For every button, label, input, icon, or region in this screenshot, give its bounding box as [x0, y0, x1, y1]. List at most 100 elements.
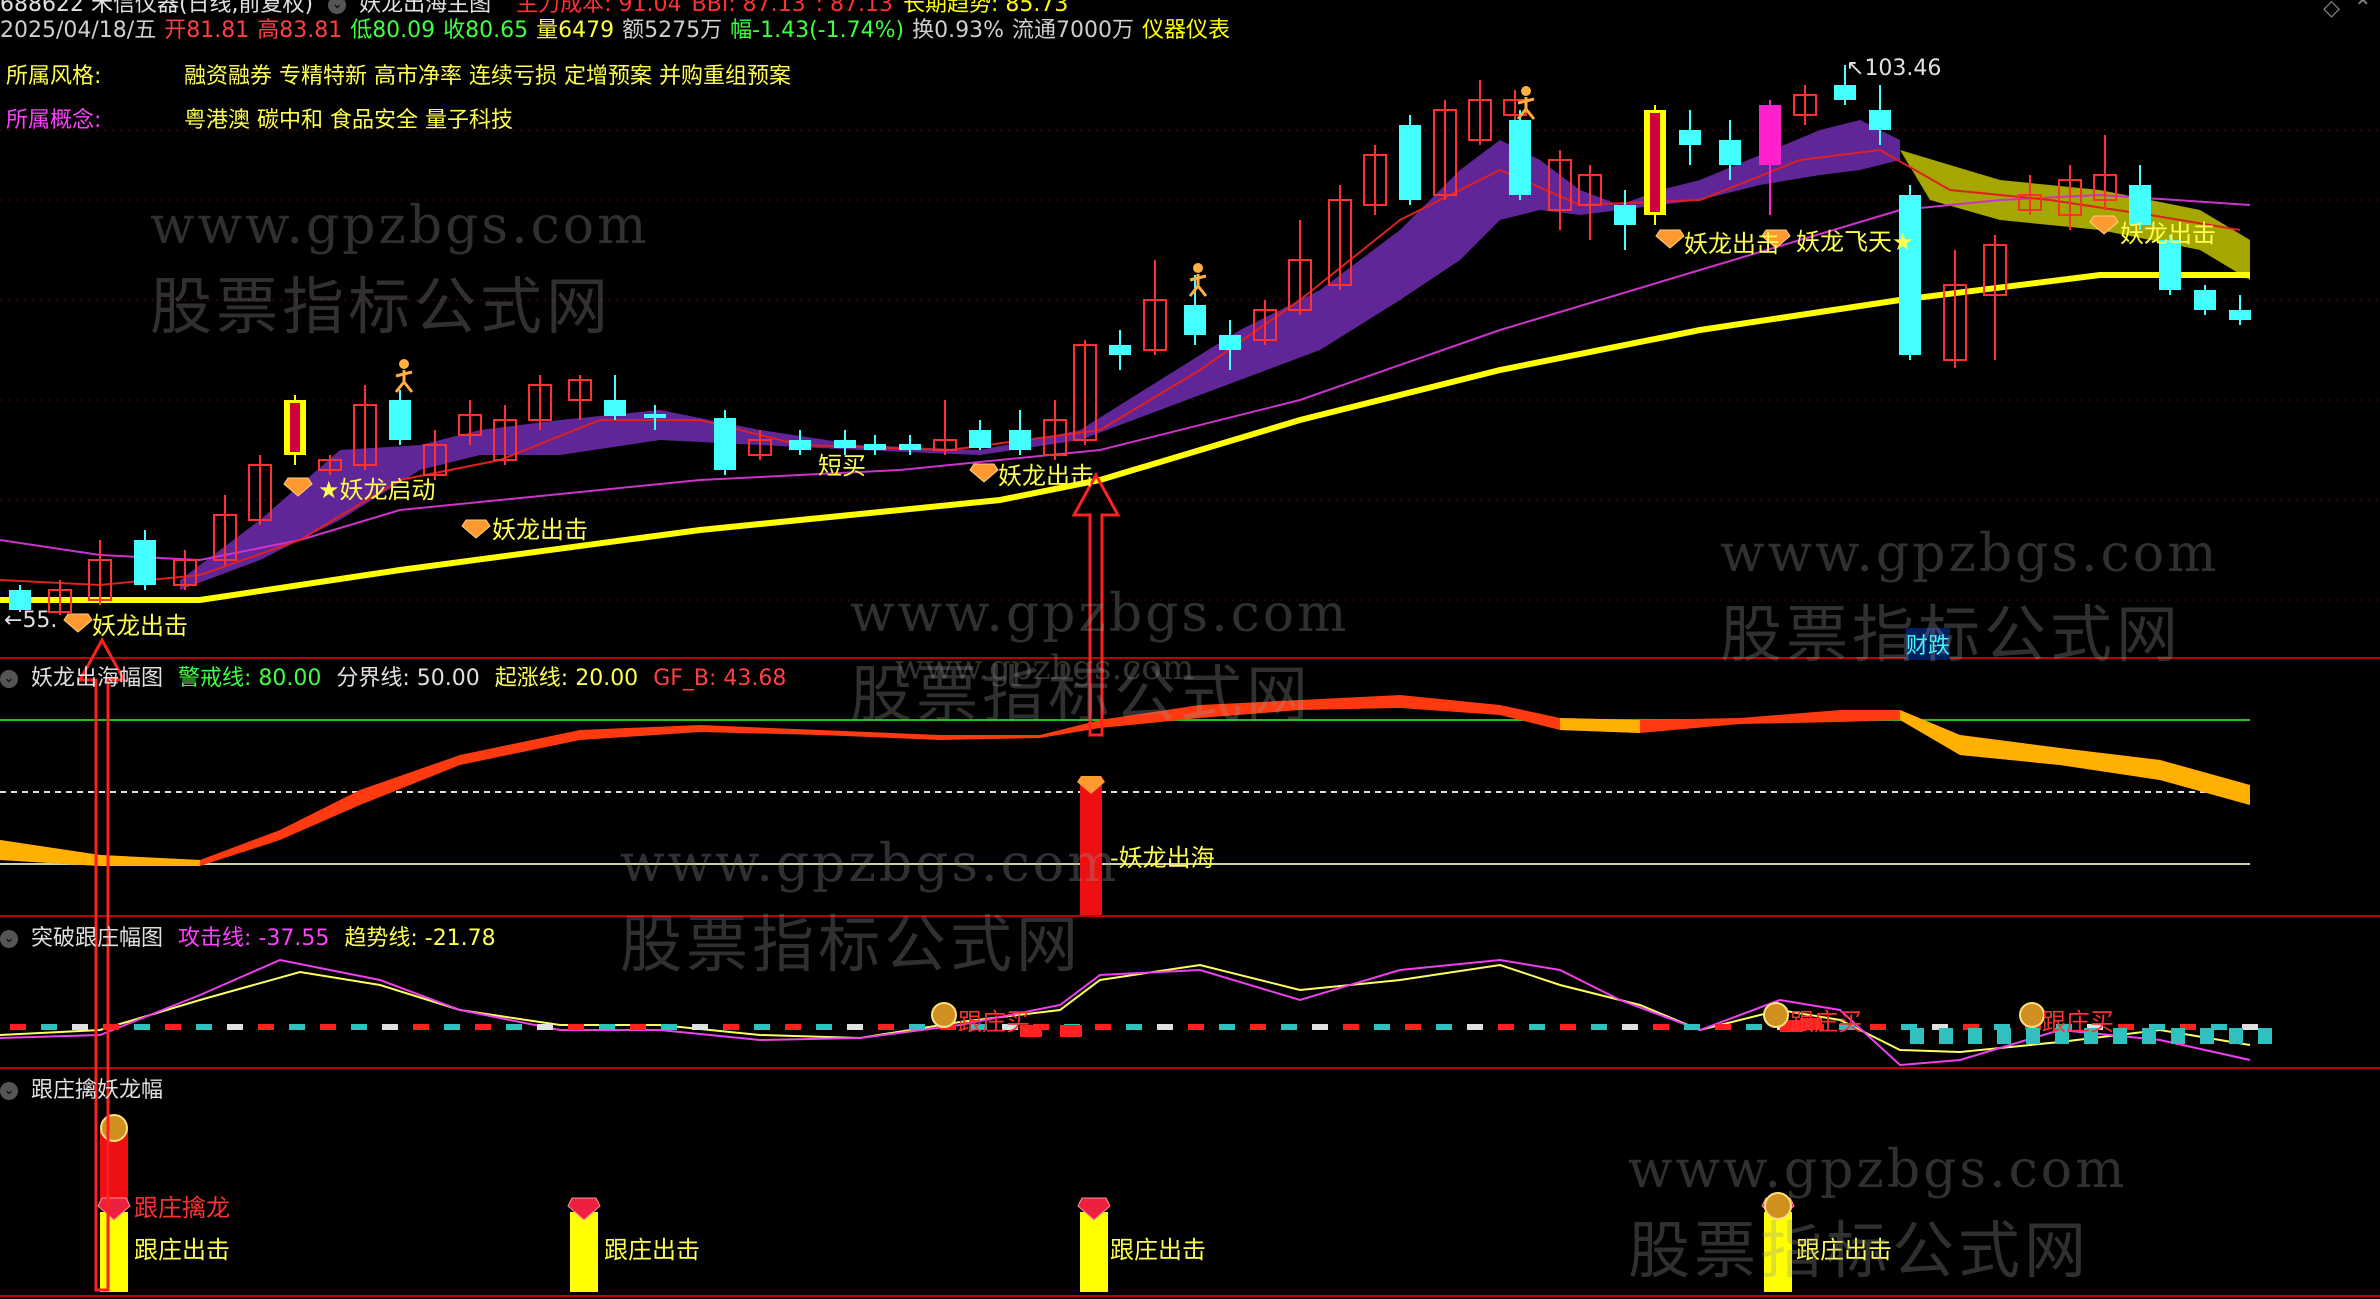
signal-yaolong-chuji: 妖龙出击 [2120, 220, 2216, 248]
amplitude-band-mid [1560, 718, 1640, 733]
signal-yaolong-chuji: 妖龙出击 [998, 462, 1094, 490]
panel4-title[interactable]: 跟庄擒妖龙幅 [31, 1078, 163, 1103]
trend-dash [1188, 1024, 1204, 1030]
style-label: 所属风格: [6, 64, 102, 89]
trend-dash [2242, 1024, 2258, 1030]
purple-ribbon [180, 120, 1900, 590]
candle-body-inner [290, 403, 300, 452]
panel2-title[interactable]: 妖龙出海幅图 [31, 666, 163, 691]
candle-body [9, 590, 31, 610]
panel3-title[interactable]: 突破跟庄幅图 [31, 926, 163, 951]
trend-block [1910, 1028, 1924, 1044]
trend-dash [723, 1024, 739, 1030]
quote-field-8: 换0.93% [912, 18, 1004, 43]
candle-body [604, 400, 626, 416]
signal-yaolong-chuji: 妖龙出击 [92, 612, 188, 640]
trend-dash [537, 1024, 553, 1030]
candle-body [1719, 140, 1741, 165]
trend-dash [382, 1024, 398, 1030]
diamond-icon [461, 519, 491, 539]
trend-dash [134, 1024, 150, 1030]
diamond-icon [63, 613, 93, 633]
diamond-icon [1655, 229, 1685, 249]
trend-dash [1219, 1024, 1235, 1030]
trend-dash [1436, 1024, 1452, 1030]
chevron-down-icon[interactable]: ⌄ [0, 930, 18, 948]
trend-dash [1281, 1024, 1297, 1030]
trend-dash [630, 1024, 646, 1030]
trend-dash [599, 1024, 615, 1030]
quote-field-10: 仪器仪表 [1141, 18, 1230, 43]
trend-dash [754, 1024, 770, 1030]
signal-yaolong-chuhai: -妖龙出海 [1110, 844, 1215, 872]
chevron-down-icon[interactable]: ⌄ [328, 0, 347, 14]
quote-field-4: 收80.65 [443, 18, 529, 43]
trend-block [2171, 1028, 2185, 1044]
panel3-attack: 攻击线: -37.55 [178, 926, 330, 951]
trend-dash [1467, 1024, 1483, 1030]
diamond-icon[interactable]: ◇ [2323, 0, 2340, 21]
trend-dash [878, 1024, 894, 1030]
runner-icon [1193, 263, 1203, 273]
high-price-marker: ↖103.46 [1846, 56, 1942, 81]
quote-header: 688622 禾信仪器(日线,前复权) ⌄ 妖龙出海主图 主力成本: 91.04… [0, 0, 1238, 44]
candle-body [969, 430, 991, 448]
candle-body [1399, 125, 1421, 200]
trend-dash [1126, 1024, 1142, 1030]
panel2-warn: 警戒线: 80.00 [178, 666, 322, 691]
genzhuang-bar [100, 1212, 128, 1292]
stock-code[interactable]: 688622 禾信仪器(日线,前复权) [0, 0, 313, 17]
trend-block [2142, 1028, 2156, 1044]
trend-dash [1560, 1024, 1576, 1030]
amplitude-band-fall [1900, 710, 2250, 805]
trend-dash [351, 1024, 367, 1030]
quote-field-2: 高83.81 [257, 18, 343, 43]
trend-block [2200, 1028, 2214, 1044]
concept-row: 所属概念: 粤港澳 碳中和 食品安全 量子科技 [6, 108, 513, 134]
trend-dash [227, 1024, 243, 1030]
candle-body [899, 444, 921, 450]
signal-genzhuang-qinlong: 跟庄擒龙 [134, 1194, 230, 1222]
quote-field-7: 幅-1.43(-1.74%) [730, 18, 905, 43]
candle-body [1614, 205, 1636, 225]
trend-dash [72, 1024, 88, 1030]
trend-dash [661, 1024, 677, 1030]
trend-dash [1870, 1024, 1886, 1030]
trend-dash [1250, 1024, 1266, 1030]
runner-icon [399, 359, 409, 369]
main-indicator-name[interactable]: 妖龙出海主图 [359, 0, 491, 17]
signal-duanmai: 短买 [818, 452, 866, 480]
trend-dash [103, 1024, 119, 1030]
signal-genzhuang-mai: 跟庄买 [2042, 1008, 2114, 1036]
main-value-2: : 87.13 [815, 0, 893, 17]
trend-dash [1312, 1024, 1328, 1030]
trend-dash [1498, 1024, 1514, 1030]
signal-yaolong-feitian: 妖龙飞天★ [1796, 228, 1914, 256]
trend-dash [196, 1024, 212, 1030]
money-bag-icon [931, 1002, 957, 1028]
genzhuang-bar [570, 1212, 598, 1292]
chevron-up-icon[interactable]: ⌃ [2354, 0, 2372, 21]
candle-body [1679, 130, 1701, 145]
candle-body-inner [1650, 113, 1660, 212]
quote-row: 2025/04/18/五 开81.81 高83.81 低80.09 收80.65 量647… [0, 18, 1238, 44]
trend-block [2113, 1028, 2127, 1044]
low-price-marker: ←55. [4, 608, 58, 633]
genzhuang-bar [1764, 1212, 1792, 1292]
panel2-rise: 起涨线: 20.00 [494, 666, 639, 691]
candle-body [1219, 335, 1241, 350]
quote-field-5: 量6479 [536, 18, 615, 43]
chevron-down-icon[interactable]: ⌄ [0, 1082, 18, 1100]
signal-genzhuang-mai: 跟庄买 [1790, 1008, 1862, 1036]
candle-body [1869, 110, 1891, 130]
trend-dash [506, 1024, 522, 1030]
trend-dash [568, 1024, 584, 1030]
main-value-1: BBI: 87.13 [691, 0, 806, 17]
main-value-0: 主力成本: 91.04 [516, 0, 682, 17]
trend-dash [1529, 1024, 1545, 1030]
chevron-down-icon[interactable]: ⌄ [0, 670, 18, 688]
candle-body [2194, 290, 2216, 310]
quote-field-0: 2025/04/18/五 [0, 18, 157, 43]
trend-dash [1715, 1024, 1731, 1030]
trend-dash [1343, 1024, 1359, 1030]
